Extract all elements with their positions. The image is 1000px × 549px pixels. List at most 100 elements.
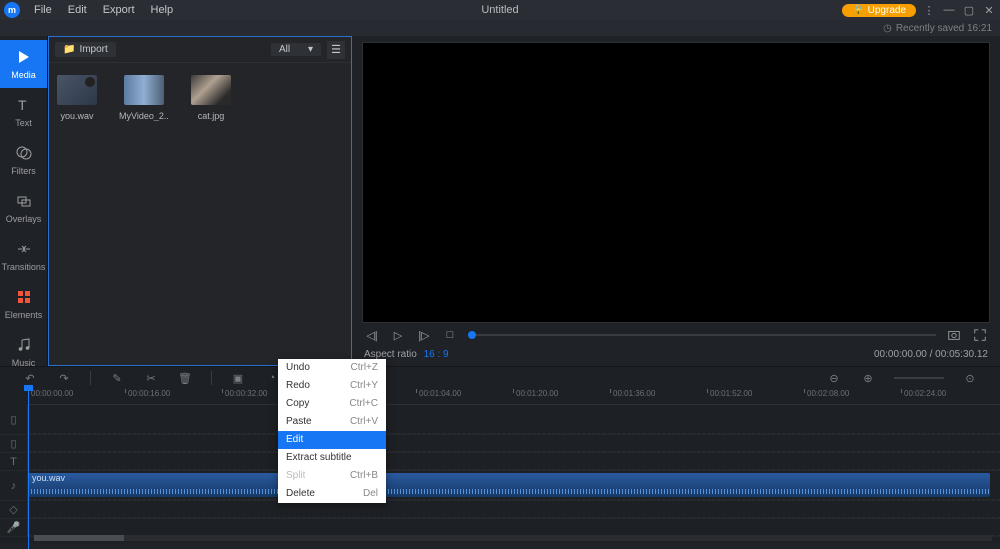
undo-button[interactable]: ↶ xyxy=(22,370,38,386)
ruler-tick: 00:01:52.00 xyxy=(707,389,752,393)
track-video-1[interactable]: ▯ xyxy=(0,405,1000,435)
media-item-label: you.wav xyxy=(60,111,93,121)
text-icon: T xyxy=(15,96,33,114)
track-head-icon: ▯ xyxy=(0,435,28,452)
ruler-tick: 00:02:24.00 xyxy=(901,389,946,393)
document-title: Untitled xyxy=(481,4,518,16)
maximize-button[interactable]: ▢ xyxy=(962,4,976,17)
stop-button[interactable]: □ xyxy=(442,327,458,343)
overlay-icon: ◇ xyxy=(0,501,28,518)
prev-frame-button[interactable]: ◁| xyxy=(364,327,380,343)
media-grid: you.wav MyVideo_2... cat.jpg xyxy=(49,63,351,133)
preview-viewport[interactable] xyxy=(362,42,990,323)
lock-icon: 🔒 xyxy=(852,5,864,16)
play-button[interactable]: ▷ xyxy=(390,327,406,343)
nav-filters[interactable]: Filters xyxy=(0,136,47,184)
ctx-redo[interactable]: RedoCtrl+Y xyxy=(278,377,386,395)
nav-overlays[interactable]: Overlays xyxy=(0,184,47,232)
track-head-icon: ▯ xyxy=(0,405,28,434)
ruler-tick: 00:00:00.00 xyxy=(28,389,73,393)
list-view-button[interactable]: ☰ xyxy=(327,41,345,59)
elements-icon xyxy=(15,288,33,306)
ctx-undo[interactable]: UndoCtrl+Z xyxy=(278,359,386,377)
media-item[interactable]: MyVideo_2... xyxy=(119,75,169,121)
ruler-tick: 00:01:20.00 xyxy=(513,389,558,393)
kebab-icon[interactable]: ⋮ xyxy=(922,4,936,17)
ruler-tick: 00:01:36.00 xyxy=(610,389,655,393)
ruler-tick: 00:01:04.00 xyxy=(416,389,461,393)
filter-dropdown[interactable]: All ▾ xyxy=(271,43,321,56)
media-item-label: MyVideo_2... xyxy=(119,111,169,121)
scrollbar-thumb[interactable] xyxy=(34,535,124,541)
fullscreen-button[interactable] xyxy=(972,327,988,343)
audio-thumb xyxy=(57,75,97,105)
ruler-tick: 00:00:16.00 xyxy=(125,389,170,393)
status-bar: ◷ Recently saved 16:21 xyxy=(0,20,1000,36)
mic-icon: 🎤 xyxy=(0,519,28,536)
nav-transitions[interactable]: Transitions xyxy=(0,232,47,280)
list-icon: ☰ xyxy=(331,43,341,56)
ctx-extract-subtitle[interactable]: Extract subtitle xyxy=(278,449,386,467)
media-item[interactable]: you.wav xyxy=(57,75,97,121)
track-overlay[interactable]: ◇ xyxy=(0,501,1000,519)
clip-label: you.wav xyxy=(32,473,65,483)
preview-panel: ◁| ▷ |▷ □ Aspect ratio 16 : 9 00:00:00.0… xyxy=(352,36,1000,366)
track-audio[interactable]: ♪ you.wav xyxy=(0,471,1000,501)
progress-handle[interactable] xyxy=(468,331,476,339)
ctx-delete[interactable]: DeleteDel xyxy=(278,485,386,503)
zoom-slider[interactable] xyxy=(894,377,944,379)
nav-text[interactable]: T Text xyxy=(0,88,47,136)
zoom-fit-button[interactable]: ⊙ xyxy=(962,370,978,386)
title-bar: m File Edit Export Help Untitled 🔒 Upgra… xyxy=(0,0,1000,20)
track-video-2[interactable]: ▯ xyxy=(0,435,1000,453)
minimize-button[interactable]: — xyxy=(942,4,956,16)
ruler-tick: 00:02:08.00 xyxy=(804,389,849,393)
aspect-ratio-value[interactable]: 16 : 9 xyxy=(424,349,449,360)
transition-icon xyxy=(15,240,33,258)
clock-icon: ◷ xyxy=(883,23,892,34)
timeline-ruler[interactable]: 00:00:00.0000:00:16.0000:00:32.0000:00:4… xyxy=(28,389,1000,405)
folder-icon: 📁 xyxy=(63,44,75,55)
ctx-split: SplitCtrl+B xyxy=(278,467,386,485)
audio-clip[interactable]: you.wav xyxy=(28,473,990,497)
zoom-in-button[interactable]: ⊕ xyxy=(860,370,876,386)
split-button[interactable]: ✂ xyxy=(143,370,159,386)
ctx-copy[interactable]: CopyCtrl+C xyxy=(278,395,386,413)
menu-file[interactable]: File xyxy=(26,2,60,18)
side-nav: Media T Text Filters Overlays Transition… xyxy=(0,36,48,366)
edit-tool-button[interactable]: ✎ xyxy=(109,370,125,386)
track-text[interactable]: T xyxy=(0,453,1000,471)
filters-icon xyxy=(15,144,33,162)
ctx-paste[interactable]: PasteCtrl+V xyxy=(278,413,386,431)
menu-export[interactable]: Export xyxy=(95,2,143,18)
nav-media[interactable]: Media xyxy=(0,40,47,88)
text-icon: T xyxy=(0,453,28,470)
saved-label: Recently saved 16:21 xyxy=(896,23,992,34)
ruler-tick: 00:00:32.00 xyxy=(222,389,267,393)
progress-bar[interactable] xyxy=(468,334,936,336)
zoom-out-button[interactable]: ⊖ xyxy=(826,370,842,386)
svg-text:T: T xyxy=(18,97,27,113)
playhead[interactable] xyxy=(28,389,29,549)
nav-elements[interactable]: Elements xyxy=(0,280,47,328)
timeline: ↶ ↷ ✎ ✂ 🗑 ▣ ◔ ◑ ❄ ◉ ⊖ ⊕ ⊙ 00:00:00.0000:… xyxy=(0,366,1000,543)
close-button[interactable]: ✕ xyxy=(982,4,996,17)
menu-help[interactable]: Help xyxy=(143,2,182,18)
ctx-edit[interactable]: Edit xyxy=(278,431,386,449)
play-icon xyxy=(15,48,33,66)
snapshot-button[interactable] xyxy=(946,327,962,343)
context-menu: UndoCtrl+Z RedoCtrl+Y CopyCtrl+C PasteCt… xyxy=(278,359,386,503)
timecode: 00:00:00.00 / 00:05:30.12 xyxy=(874,349,988,360)
next-frame-button[interactable]: |▷ xyxy=(416,327,432,343)
crop-button[interactable]: ▣ xyxy=(230,370,246,386)
music-icon: ♪ xyxy=(0,471,28,500)
import-button[interactable]: 📁 Import xyxy=(55,42,116,57)
app-logo: m xyxy=(4,2,20,18)
horizontal-scrollbar[interactable] xyxy=(34,535,992,541)
upgrade-button[interactable]: 🔒 Upgrade xyxy=(842,4,916,17)
media-item[interactable]: cat.jpg xyxy=(191,75,231,121)
delete-button[interactable]: 🗑 xyxy=(177,370,193,386)
redo-button[interactable]: ↷ xyxy=(56,370,72,386)
video-thumb xyxy=(124,75,164,105)
menu-edit[interactable]: Edit xyxy=(60,2,95,18)
